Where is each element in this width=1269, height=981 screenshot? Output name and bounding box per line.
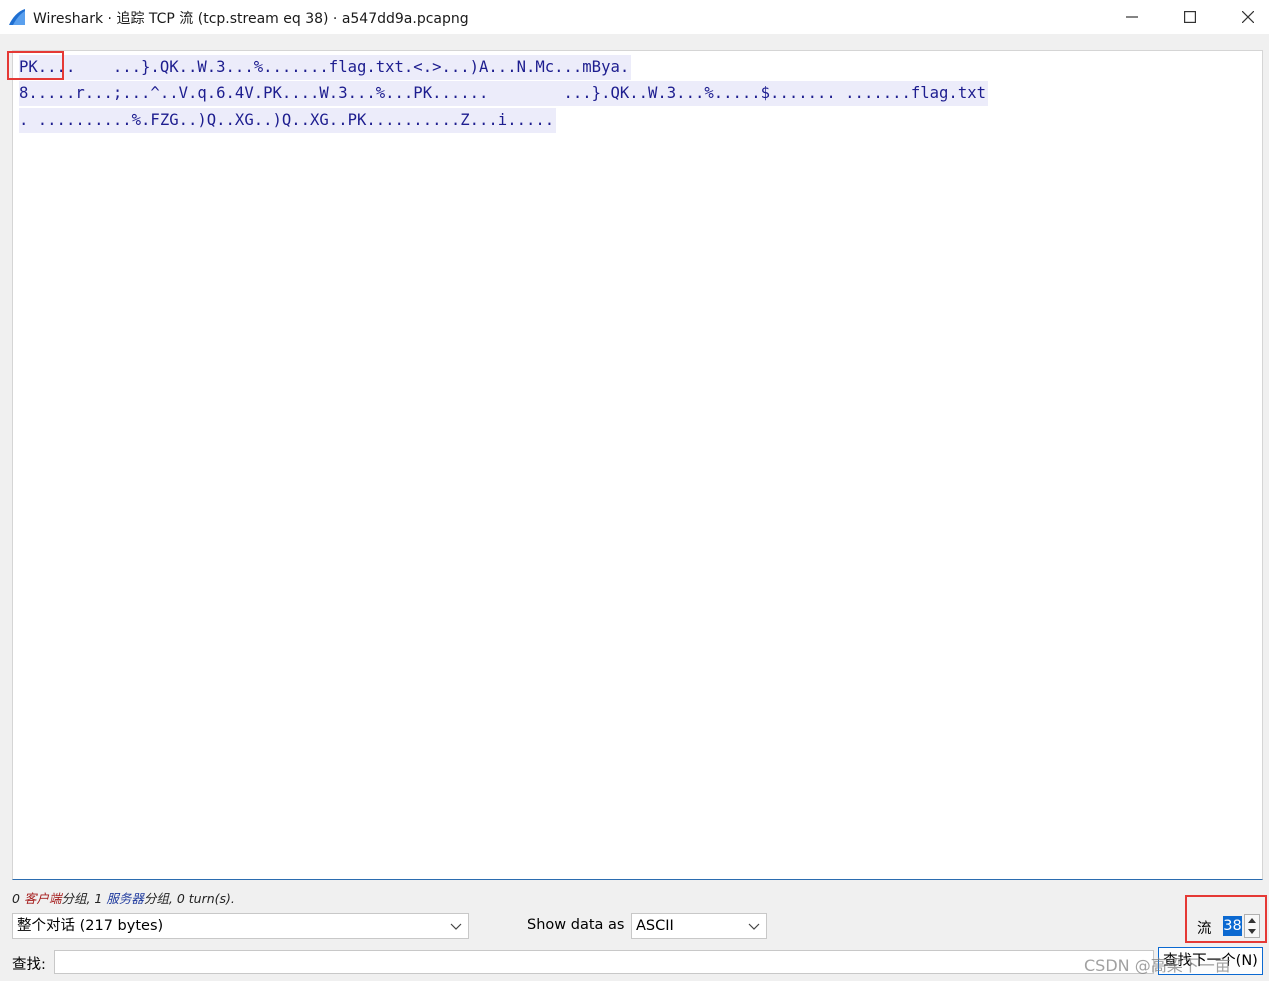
- stream-spinner[interactable]: [1244, 914, 1260, 938]
- close-button[interactable]: [1219, 0, 1269, 34]
- find-next-button[interactable]: 查找下一个(N): [1158, 947, 1263, 975]
- client-count: 0: [12, 891, 20, 906]
- show-data-select[interactable]: ASCII: [631, 913, 767, 939]
- triangle-down-icon: [1248, 929, 1256, 934]
- maximize-icon: [1184, 11, 1196, 23]
- stream-line-1[interactable]: PK.... ...}.QK..W.3...%.......flag.txt.<…: [19, 55, 632, 80]
- stream-line-2[interactable]: 8.....r...;...^..V.q.6.4V.PK....W.3...%.…: [19, 81, 988, 106]
- conversation-select[interactable]: 整个对话 (217 bytes): [12, 913, 469, 939]
- conversation-select-value: 整个对话 (217 bytes): [17, 918, 164, 934]
- stream-label: 流: [1197, 921, 1212, 937]
- find-input[interactable]: [54, 950, 1154, 974]
- triangle-up-icon: [1248, 918, 1256, 923]
- client-packets-label: 分组,: [61, 891, 91, 906]
- chevron-down-icon: [450, 923, 462, 930]
- stream-number-input[interactable]: 38: [1223, 916, 1242, 936]
- conversation-stats: 0 客户端分组, 1 服务器分组, 0 turn(s).: [12, 888, 235, 907]
- server-label: 服务器: [106, 891, 144, 906]
- minimize-icon: [1126, 16, 1138, 18]
- spin-up-button[interactable]: [1245, 915, 1259, 926]
- maximize-button[interactable]: [1161, 0, 1219, 34]
- spin-down-button[interactable]: [1245, 926, 1259, 937]
- stream-content-pane[interactable]: PK.... ...}.QK..W.3...%.......flag.txt.<…: [12, 50, 1263, 880]
- minimize-button[interactable]: [1103, 0, 1161, 34]
- find-label: 查找:: [12, 957, 46, 973]
- client-label: 客户端: [23, 891, 62, 906]
- show-data-label: Show data as: [527, 917, 625, 933]
- title-bar: Wireshark · 追踪 TCP 流 (tcp.stream eq 38) …: [0, 0, 1269, 34]
- window-title: Wireshark · 追踪 TCP 流 (tcp.stream eq 38) …: [33, 11, 469, 27]
- server-count: 1: [94, 891, 103, 906]
- wireshark-fin-icon: [9, 9, 25, 25]
- close-icon: [1242, 11, 1254, 23]
- stream-line-3[interactable]: . ..........%.FZG..)Q..XG..)Q..XG..PK...…: [19, 108, 557, 133]
- turns-count: 0 turn(s).: [176, 891, 235, 906]
- chevron-down-icon: [748, 923, 760, 930]
- show-data-select-value: ASCII: [636, 918, 674, 934]
- server-packets-label: 分组,: [143, 891, 173, 906]
